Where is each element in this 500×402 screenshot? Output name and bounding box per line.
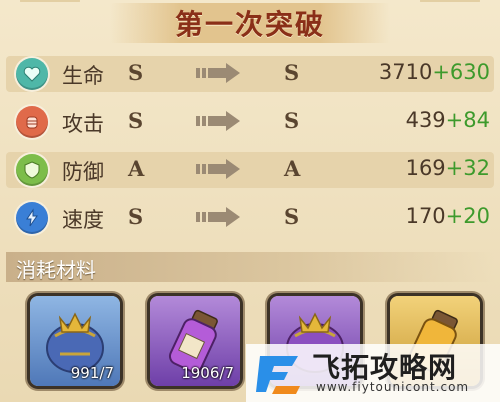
stat-label: 攻击 [62,112,104,136]
stat-base: 169 [405,156,446,180]
fist-icon [16,106,48,138]
grade-after: S [284,204,300,229]
grade-before: A [128,156,145,181]
material-count: 1906/7 [181,364,234,382]
arrow-right-icon [196,63,240,83]
page-title: 第一次突破 [174,8,325,41]
stat-label: 生命 [62,64,104,88]
materials-label: 消耗材料 [16,258,96,282]
stat-value: 439+84 [406,108,490,132]
lightning-icon [16,202,48,234]
grade-before: S [128,108,144,133]
stat-row-hp: 生命 S S 3710+630 [6,52,494,96]
heart-icon [16,58,48,90]
stat-label: 防御 [62,160,104,184]
grade-after: S [284,108,300,133]
stat-base: 170 [405,204,446,228]
watermark-url: www.fiytounicont.com [316,380,470,394]
stat-label: 速度 [62,208,104,232]
grade-before: S [128,204,144,229]
stat-bonus: +32 [445,156,490,180]
frame-ornament [420,0,480,26]
stat-row-defense: 防御 A A 169+32 [6,148,494,192]
grade-before: S [128,60,144,85]
arrow-right-icon [196,111,240,131]
stat-value: 170+20 [406,204,490,228]
stat-value: 3710+630 [379,60,490,84]
arrow-right-icon [196,207,240,227]
shield-icon [16,154,48,186]
stat-value: 169+32 [406,156,490,180]
site-logo-icon [256,356,300,394]
grade-after: A [284,156,301,181]
stat-bonus: +20 [445,204,490,228]
stat-bonus: +630 [432,60,490,84]
material-slot[interactable]: 991/7 [30,296,120,386]
material-slot[interactable]: 1906/7 [150,296,240,386]
grade-after: S [284,60,300,85]
stat-row-speed: 速度 S S 170+20 [6,196,494,240]
watermark: 飞拓攻略网 www.fiytounicont.com [246,344,500,402]
stat-row-attack: 攻击 S S 439+84 [6,100,494,144]
stat-base: 3710 [378,60,433,84]
material-count: 991/7 [70,364,114,382]
breakthrough-panel: 第一次突破 生命 S S 3710+630 攻击 S S 439+84 防御 A… [0,0,500,402]
frame-ornament [20,0,80,26]
materials-header: 消耗材料 [6,252,494,282]
arrow-right-icon [196,159,240,179]
stat-bonus: +84 [445,108,490,132]
title-banner: 第一次突破 [110,3,390,43]
stat-base: 439 [405,108,446,132]
